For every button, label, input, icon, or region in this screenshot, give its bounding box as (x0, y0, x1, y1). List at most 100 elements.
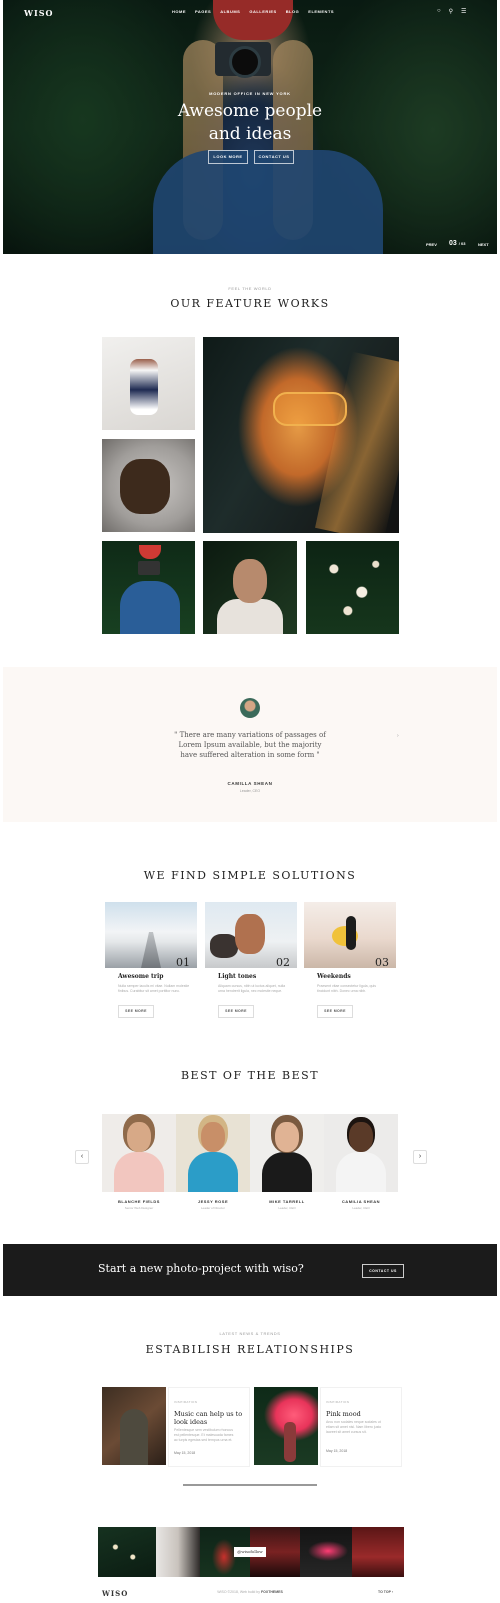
solutions-title: WE FIND SIMPLE SOLUTIONS (143, 869, 357, 882)
blog-category-2: INSPIRATION (326, 1400, 350, 1404)
team-photo-2-head (201, 1122, 225, 1152)
gallery-photo-3[interactable] (102, 439, 195, 532)
gallery-photo-2-hair (315, 351, 399, 533)
team-title: BEST OF THE BEST (180, 1069, 320, 1082)
chevron-up-icon: › (391, 1590, 393, 1594)
gallery-photo-1[interactable] (102, 337, 195, 430)
slide-counter: 03 / 03 (449, 240, 465, 247)
footer-copyright: WISO ©2018, Web build by FOXTHEMES (0, 1590, 500, 1594)
solution-number-3: 03 (375, 956, 389, 969)
gallery-photo-1-subject (130, 359, 158, 415)
avatar (240, 698, 260, 718)
team-role-2: Leader of Director (200, 1206, 225, 1210)
blog-date-2: May 15, 2018 (326, 1449, 348, 1453)
hero-title-line-1: Awesome people (177, 101, 323, 121)
hero-contact-button[interactable]: CONTACT US (254, 150, 294, 164)
nav-item-blog[interactable]: BLOG (286, 9, 300, 14)
blog-image-1-subject (120, 1409, 148, 1465)
look-more-button[interactable]: LOOK MORE (208, 150, 248, 164)
gallery-photo-5-face (233, 559, 267, 603)
team-photo-1-head (127, 1122, 151, 1152)
team-photo-4-head (349, 1122, 373, 1152)
gallery-photo-4-camera (138, 561, 160, 575)
nav-item-home[interactable]: HOME (172, 9, 186, 14)
menu-icon[interactable]: ☰ (461, 8, 466, 15)
blog-post-title-1-line-2: look ideas (174, 1418, 208, 1426)
team-photo-1[interactable] (102, 1114, 176, 1192)
cta-contact-button[interactable]: CONTACT US (362, 1264, 404, 1278)
testimonial-author: CAMILLA SHEAN (227, 781, 273, 786)
see-more-button-1[interactable]: SEE MORE (118, 1005, 154, 1018)
hero-title-line-2: and ideas (208, 124, 292, 144)
team-name-1: BLANCHE FIELDS (118, 1199, 160, 1204)
instagram-photo-2[interactable] (156, 1527, 200, 1577)
team-photo-2-torso (188, 1152, 238, 1192)
to-top-link[interactable]: TO TOP › (378, 1590, 393, 1594)
blog-category-1: INSPIRATION (174, 1400, 198, 1404)
see-more-button-3[interactable]: SEE MORE (317, 1005, 353, 1018)
hero-eyebrow: MODERN OFFICE IN NEW YORK (209, 91, 291, 96)
blog-post-title-1[interactable]: Music can help us to look ideas (174, 1410, 242, 1426)
to-top-label: TO TOP (378, 1590, 391, 1594)
chevron-right-icon[interactable]: › (413, 1150, 427, 1164)
blog-post-title-1-line-1: Music can help us to (174, 1410, 243, 1418)
gallery-photo-4-jacket (120, 581, 180, 634)
team-name-4: CAMILIA SHEAN (341, 1199, 381, 1204)
nav-item-pages[interactable]: PAGES (195, 9, 211, 14)
slider-next[interactable]: NEXT (478, 242, 489, 247)
team-role-4: Leader, CEO (352, 1206, 370, 1210)
gallery-photo-2[interactable] (203, 337, 399, 533)
search-icon[interactable]: ⚲ (449, 8, 453, 15)
team-photo-3[interactable] (250, 1114, 324, 1192)
blog-post-title-2[interactable]: Pink mood (326, 1410, 361, 1418)
gallery-photo-3-subject (120, 459, 170, 514)
team-name-2: JESSY ROSE (197, 1199, 229, 1204)
instagram-photo-5[interactable] (300, 1527, 352, 1577)
instagram-photo-1[interactable] (98, 1527, 156, 1577)
testimonial-role: Leader, CEO (239, 789, 261, 793)
header-icons: ○ ⚲ ☰ (437, 8, 466, 15)
testimonial-next-icon[interactable]: › (397, 733, 399, 739)
copyright-brand[interactable]: FOXTHEMES (261, 1590, 283, 1594)
blog-card-1[interactable] (168, 1387, 250, 1467)
team-photo-3-torso (262, 1152, 312, 1192)
blog-image-2[interactable] (254, 1387, 318, 1465)
works-title: OUR FEATURE WORKS (170, 297, 330, 310)
gallery-photo-2-glasses (273, 392, 347, 426)
hero-title: Awesome people and ideas (0, 100, 500, 146)
blog-image-2-subject (284, 1422, 296, 1462)
blog-image-1[interactable] (102, 1387, 166, 1465)
nav-item-elements[interactable]: ELEMENTS (308, 9, 334, 14)
site-logo[interactable]: WISO (24, 8, 53, 18)
solution-image-3-surfer (346, 916, 356, 950)
solution-image-2-horse (235, 914, 265, 954)
gallery-photo-6[interactable] (306, 541, 399, 634)
blog-excerpt-2: Arcu non sodales neque sodales ut etiam … (326, 1420, 382, 1434)
blog-excerpt-1: Pellentesque sem vestibulum rhoncus est … (174, 1428, 234, 1442)
team-name-3: MIKE TARRELL (269, 1199, 305, 1204)
gallery-photo-4[interactable] (102, 541, 195, 634)
see-more-button-2[interactable]: SEE MORE (218, 1005, 254, 1018)
slide-total: / 03 (458, 241, 466, 246)
solution-number-2: 02 (276, 956, 290, 969)
solution-image-2-horse-dark (210, 934, 238, 958)
solution-title-3: Weekends (317, 973, 351, 980)
slider-prev[interactable]: PREV (426, 242, 437, 247)
bag-icon[interactable]: ○ (437, 8, 441, 15)
nav-item-galleries[interactable]: GALLERIES (249, 9, 276, 14)
team-photo-2[interactable] (176, 1114, 250, 1192)
solution-text-1: Nulla semper iaculis mi vitae. Nullam mo… (118, 984, 190, 993)
instagram-follow-button[interactable]: @wisofollow (234, 1547, 266, 1557)
copyright-text: WISO ©2018, Web build by (217, 1590, 261, 1594)
team-role-3: Leader, CEO (278, 1206, 296, 1210)
chevron-left-icon[interactable]: ‹ (75, 1150, 89, 1164)
nav-item-albums[interactable]: ALBUMS (220, 9, 240, 14)
team-photo-4[interactable] (324, 1114, 398, 1192)
blog-scrollbar[interactable] (183, 1484, 317, 1486)
team-photo-4-torso (336, 1152, 386, 1192)
works-kicker: FEEL THE WORLD (228, 286, 272, 291)
slide-current: 03 (449, 240, 457, 247)
team-photo-3-head (275, 1122, 299, 1152)
instagram-photo-6[interactable] (352, 1527, 404, 1577)
gallery-photo-5[interactable] (203, 541, 297, 634)
